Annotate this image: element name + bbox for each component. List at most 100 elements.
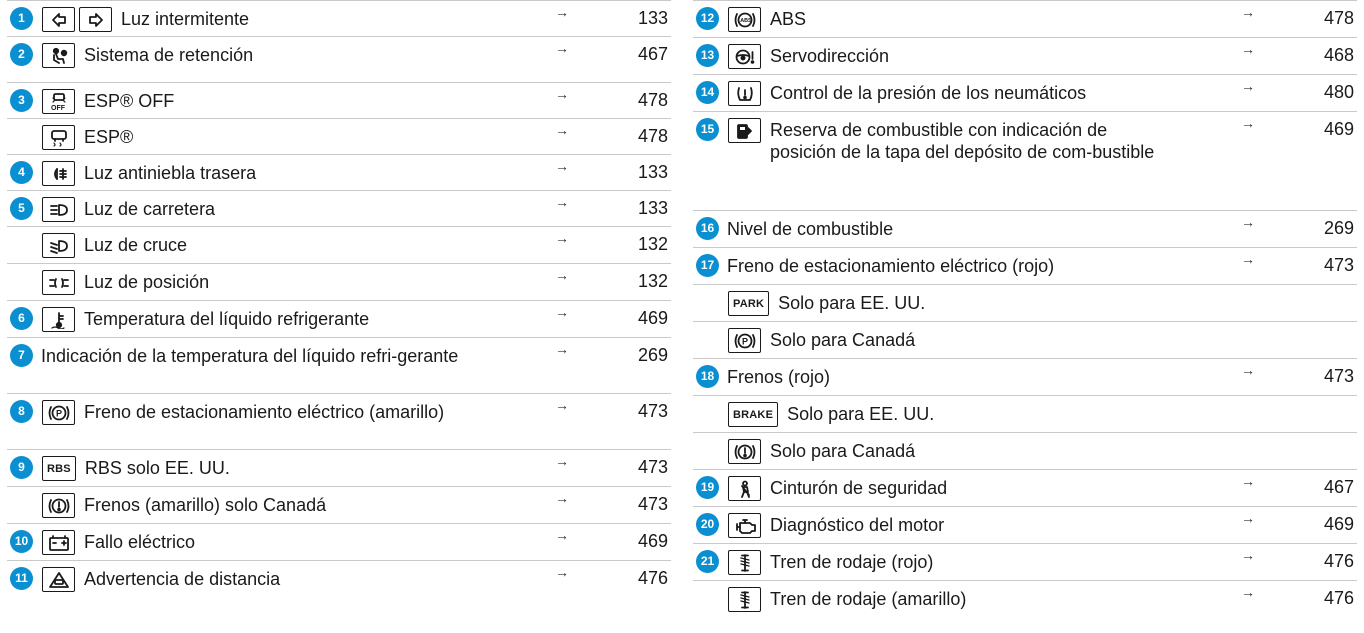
indicator-description: Luz de posición: [84, 272, 210, 292]
brake-word-icon: BRAKE: [728, 402, 779, 427]
indicator-row: 21 Tren de rodaje (rojo) → 476: [693, 543, 1357, 580]
indicator-row: 12 ABS ABS → 478: [693, 0, 1357, 37]
page-reference-link[interactable]: 478: [638, 126, 668, 147]
page-reference-link[interactable]: 478: [638, 90, 668, 111]
page-reference-link[interactable]: 132: [638, 271, 668, 292]
page-reference-link[interactable]: 133: [638, 162, 668, 183]
distance-warning-icon: [42, 567, 75, 592]
page-reference-link[interactable]: 467: [638, 44, 668, 65]
suspension-icon: [728, 550, 761, 575]
item-number-badge: 7: [10, 344, 33, 367]
page-reference-link[interactable]: 473: [1324, 255, 1354, 276]
page-reference-arrow: →: [555, 304, 569, 320]
item-number-badge: 10: [10, 530, 33, 553]
page-reference-link[interactable]: 133: [638, 8, 668, 29]
page-reference-link[interactable]: 468: [1324, 45, 1354, 66]
indicator-row: P Solo para Canadá: [693, 321, 1357, 358]
svg-text:P: P: [742, 336, 748, 346]
page-reference-arrow: →: [1241, 41, 1255, 57]
indicator-row: 16 Nivel de combustible → 269: [693, 210, 1357, 247]
page-reference-link[interactable]: 476: [1324, 551, 1354, 572]
park-label: PARK: [733, 297, 765, 310]
indicator-row: 8 P Freno de estacionamiento eléctrico (am…: [7, 393, 671, 449]
indicator-row: 3 OFF ESP® OFF → 478: [7, 82, 671, 118]
item-number-badge: 16: [696, 217, 719, 240]
item-number-badge: 3: [10, 89, 33, 112]
page-reference-link[interactable]: 476: [638, 568, 668, 589]
indicator-description: Control de la presión de los neumáticos: [770, 83, 1087, 103]
page-reference-arrow: →: [1241, 214, 1255, 230]
indicator-row: 1 Luz intermitente → 133: [7, 0, 671, 36]
page-reference-link[interactable]: 269: [638, 345, 668, 366]
abs-icon: ABS: [728, 7, 761, 32]
indicator-row: 17 Freno de estacionamiento eléctrico (ro…: [693, 247, 1357, 284]
page-reference-link[interactable]: 469: [638, 308, 668, 329]
high-beam-icon: [42, 197, 75, 222]
page-reference-arrow: →: [1241, 4, 1255, 20]
esp-icon: [42, 125, 75, 150]
item-number-badge: 17: [696, 254, 719, 277]
page-reference-arrow: →: [1241, 584, 1255, 600]
page-reference-link[interactable]: 473: [638, 494, 668, 515]
indicator-description: Temperatura del líquido refrigerante: [84, 309, 370, 329]
indicator-description: Indicación de la temperatura del líquido…: [41, 346, 459, 366]
indicator-row: 10 Fallo eléctrico → 469: [7, 523, 671, 560]
rbs-label: RBS: [47, 462, 71, 475]
page-reference-link[interactable]: 469: [638, 531, 668, 552]
rbs-icon: RBS: [42, 456, 76, 481]
indicator-description: ESP® OFF: [84, 91, 175, 111]
indicator-description: ABS: [770, 9, 807, 29]
page-reference-link[interactable]: 469: [1324, 514, 1354, 535]
indicator-row: 4 Luz antiniebla trasera → 133: [7, 154, 671, 190]
rear-fog-icon: [42, 161, 75, 186]
indicator-description: Tren de rodaje (amarillo): [770, 589, 967, 609]
item-number-badge: 18: [696, 365, 719, 388]
page-reference-link[interactable]: 133: [638, 198, 668, 219]
page-reference-link[interactable]: 132: [638, 234, 668, 255]
airbag-icon: [42, 43, 75, 68]
indicator-description: RBS solo EE. UU.: [84, 458, 230, 478]
page-reference-link[interactable]: 473: [1324, 366, 1354, 387]
indicator-description: ESP®: [84, 127, 134, 147]
indicator-description: Luz intermitente: [121, 9, 250, 29]
engine-icon: [728, 513, 761, 538]
indicator-row: ESP® → 478: [7, 118, 671, 154]
indicator-description: Nivel de combustible: [727, 219, 894, 239]
parking-light-icon: [42, 270, 75, 295]
page-reference-link[interactable]: 473: [638, 401, 668, 422]
svg-text:P: P: [56, 408, 62, 418]
indicator-description: Fallo eléctrico: [84, 532, 196, 552]
item-number-badge: 5: [10, 197, 33, 220]
indicator-description: Tren de rodaje (rojo): [770, 552, 934, 572]
page-reference-arrow: →: [555, 194, 569, 210]
indicator-row: 7 Indicación de la temperatura del líquid…: [7, 337, 671, 393]
item-number-badge: 12: [696, 7, 719, 30]
page-reference-link[interactable]: 476: [1324, 588, 1354, 609]
item-number-badge: 20: [696, 513, 719, 536]
item-number-badge: 8: [10, 400, 33, 423]
indicator-row: 13 Servodirección → 468: [693, 37, 1357, 74]
indicator-description: Sistema de retención: [84, 45, 254, 65]
indicator-description: Frenos (amarillo) solo Canadá: [84, 495, 327, 515]
page-reference-arrow: →: [555, 453, 569, 469]
indicator-row: PARK Solo para EE. UU.: [693, 284, 1357, 321]
indicator-row: 6 Temperatura del líquido refrigerante → 46…: [7, 300, 671, 337]
page-reference-arrow: →: [1241, 473, 1255, 489]
page-reference-arrow: →: [555, 527, 569, 543]
page-reference-link[interactable]: 467: [1324, 477, 1354, 498]
page-reference-arrow: →: [555, 4, 569, 20]
brake-label: BRAKE: [733, 408, 774, 421]
page-reference-arrow: →: [1241, 362, 1255, 378]
indicator-description: Freno de estacionamiento eléctrico (amar…: [84, 402, 445, 422]
brake-warning-icon: [42, 493, 75, 518]
page-reference-arrow: →: [1241, 78, 1255, 94]
page-reference-arrow: →: [555, 40, 569, 56]
page-reference-link[interactable]: 480: [1324, 82, 1354, 103]
turn-left-icon: [42, 7, 75, 32]
indicator-description: Luz de carretera: [84, 199, 216, 219]
page-reference-link[interactable]: 469: [1324, 119, 1354, 140]
page-reference-link[interactable]: 269: [1324, 218, 1354, 239]
page-reference-link[interactable]: 473: [638, 457, 668, 478]
page-reference-link[interactable]: 478: [1324, 8, 1354, 29]
park-brake-p-icon: P: [728, 328, 761, 353]
